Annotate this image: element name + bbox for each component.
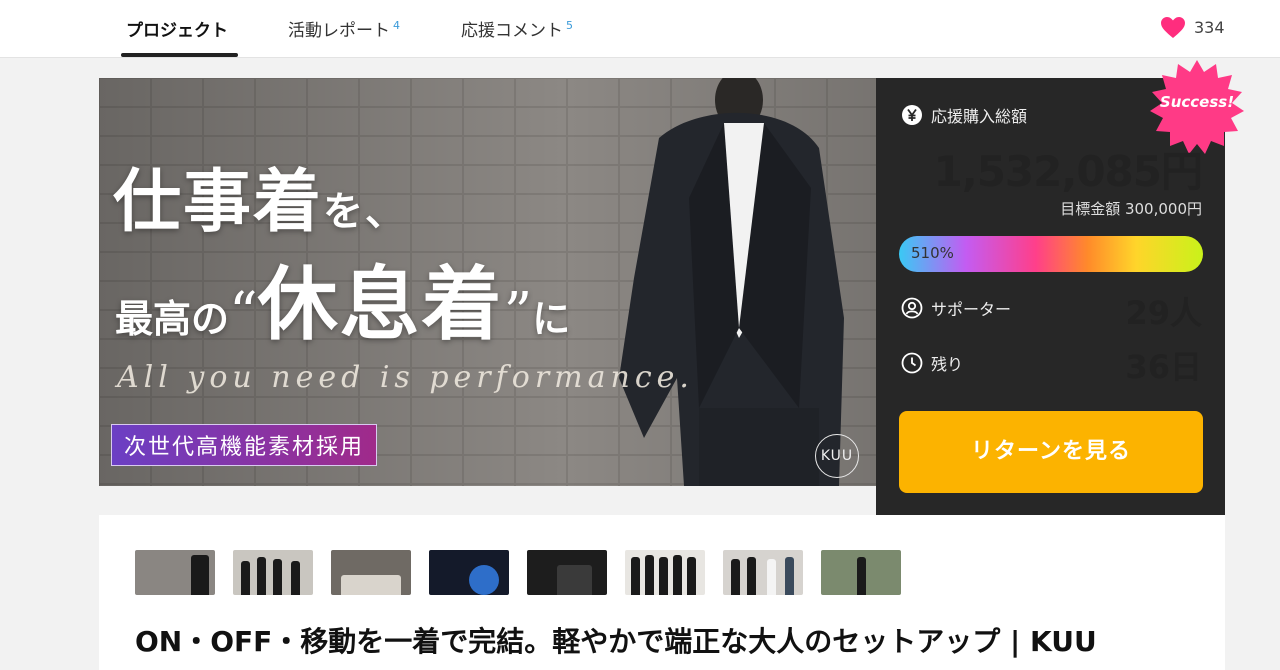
thumbnail-6[interactable] [625, 550, 705, 595]
supporters-value: 29人 [1125, 294, 1202, 332]
tab-support-comments[interactable]: 応援コメント 5 [461, 16, 573, 41]
project-title: ON・OFF・移動を一着で完結。軽やかで端正な大人のセットアップ | KUU [135, 625, 1097, 658]
total-label-row: 応援購入総額 [901, 103, 1027, 127]
headline-main: 仕事着 [113, 162, 324, 242]
tab-label: 応援コメント [461, 21, 563, 41]
supporters-row: サポーター [901, 296, 1011, 320]
tab-count: 4 [393, 19, 400, 33]
top-navigation: プロジェクト 活動レポート 4 応援コメント 5 334 [0, 0, 1280, 58]
hero-subline: All you need is performance. [117, 360, 694, 395]
thumbnail-1[interactable] [135, 550, 215, 595]
headline-line-2: 最高の“休息着”に [115, 240, 570, 356]
favorite-count: 334 [1194, 18, 1225, 37]
thumbnail-8[interactable] [821, 550, 901, 595]
tab-label: 活動レポート [288, 21, 390, 41]
progress-label: 510% [911, 244, 954, 262]
thumbnail-5[interactable] [527, 550, 607, 595]
thumbnail-2[interactable] [233, 550, 313, 595]
view-returns-button[interactable]: リターンを見る [899, 411, 1203, 493]
clock-icon [901, 352, 923, 374]
hero-image[interactable]: 仕事着を、 最高の“休息着”に All you need is performa… [99, 78, 876, 486]
tab-project[interactable]: プロジェクト [126, 16, 228, 41]
tab-count: 5 [566, 19, 573, 33]
headline-line-1: 仕事着を、 [113, 146, 407, 245]
tab-activity-report[interactable]: 活動レポート 4 [288, 16, 400, 41]
success-badge: Success! [1159, 93, 1235, 111]
supporters-label: サポーター [931, 300, 1012, 319]
thumbnail-3[interactable] [331, 550, 411, 595]
headline-open-quote: “ [229, 281, 258, 346]
progress-bar: 510% [899, 236, 1203, 272]
active-tab-indicator [121, 53, 238, 57]
thumbnail-4[interactable] [429, 550, 509, 595]
remaining-row: 残り [901, 351, 963, 375]
headline-prefix: 最高の [115, 296, 230, 341]
headline-emphasis: 休息着 [257, 257, 504, 351]
thumbnail-strip [135, 550, 901, 595]
total-label: 応援購入総額 [931, 107, 1028, 126]
tab-label: プロジェクト [126, 21, 228, 41]
headline-suffix: に [532, 296, 571, 341]
total-amount: 1,532,085円 [933, 147, 1203, 196]
hero-feature-tag: 次世代高機能素材採用 [111, 424, 378, 466]
person-icon [901, 297, 923, 319]
favorite-button[interactable]: 334 [1160, 16, 1225, 39]
goal-amount: 目標金額 300,000円 [1060, 200, 1202, 218]
remaining-value: 36日 [1125, 348, 1202, 386]
remaining-label: 残り [931, 355, 964, 374]
brand-logo: KUU [815, 434, 859, 478]
yen-icon [902, 105, 922, 125]
headline-close-quote: ” [503, 281, 533, 346]
headline-particle: を、 [323, 188, 408, 235]
heart-icon [1161, 17, 1185, 38]
thumbnail-7[interactable] [723, 550, 803, 595]
